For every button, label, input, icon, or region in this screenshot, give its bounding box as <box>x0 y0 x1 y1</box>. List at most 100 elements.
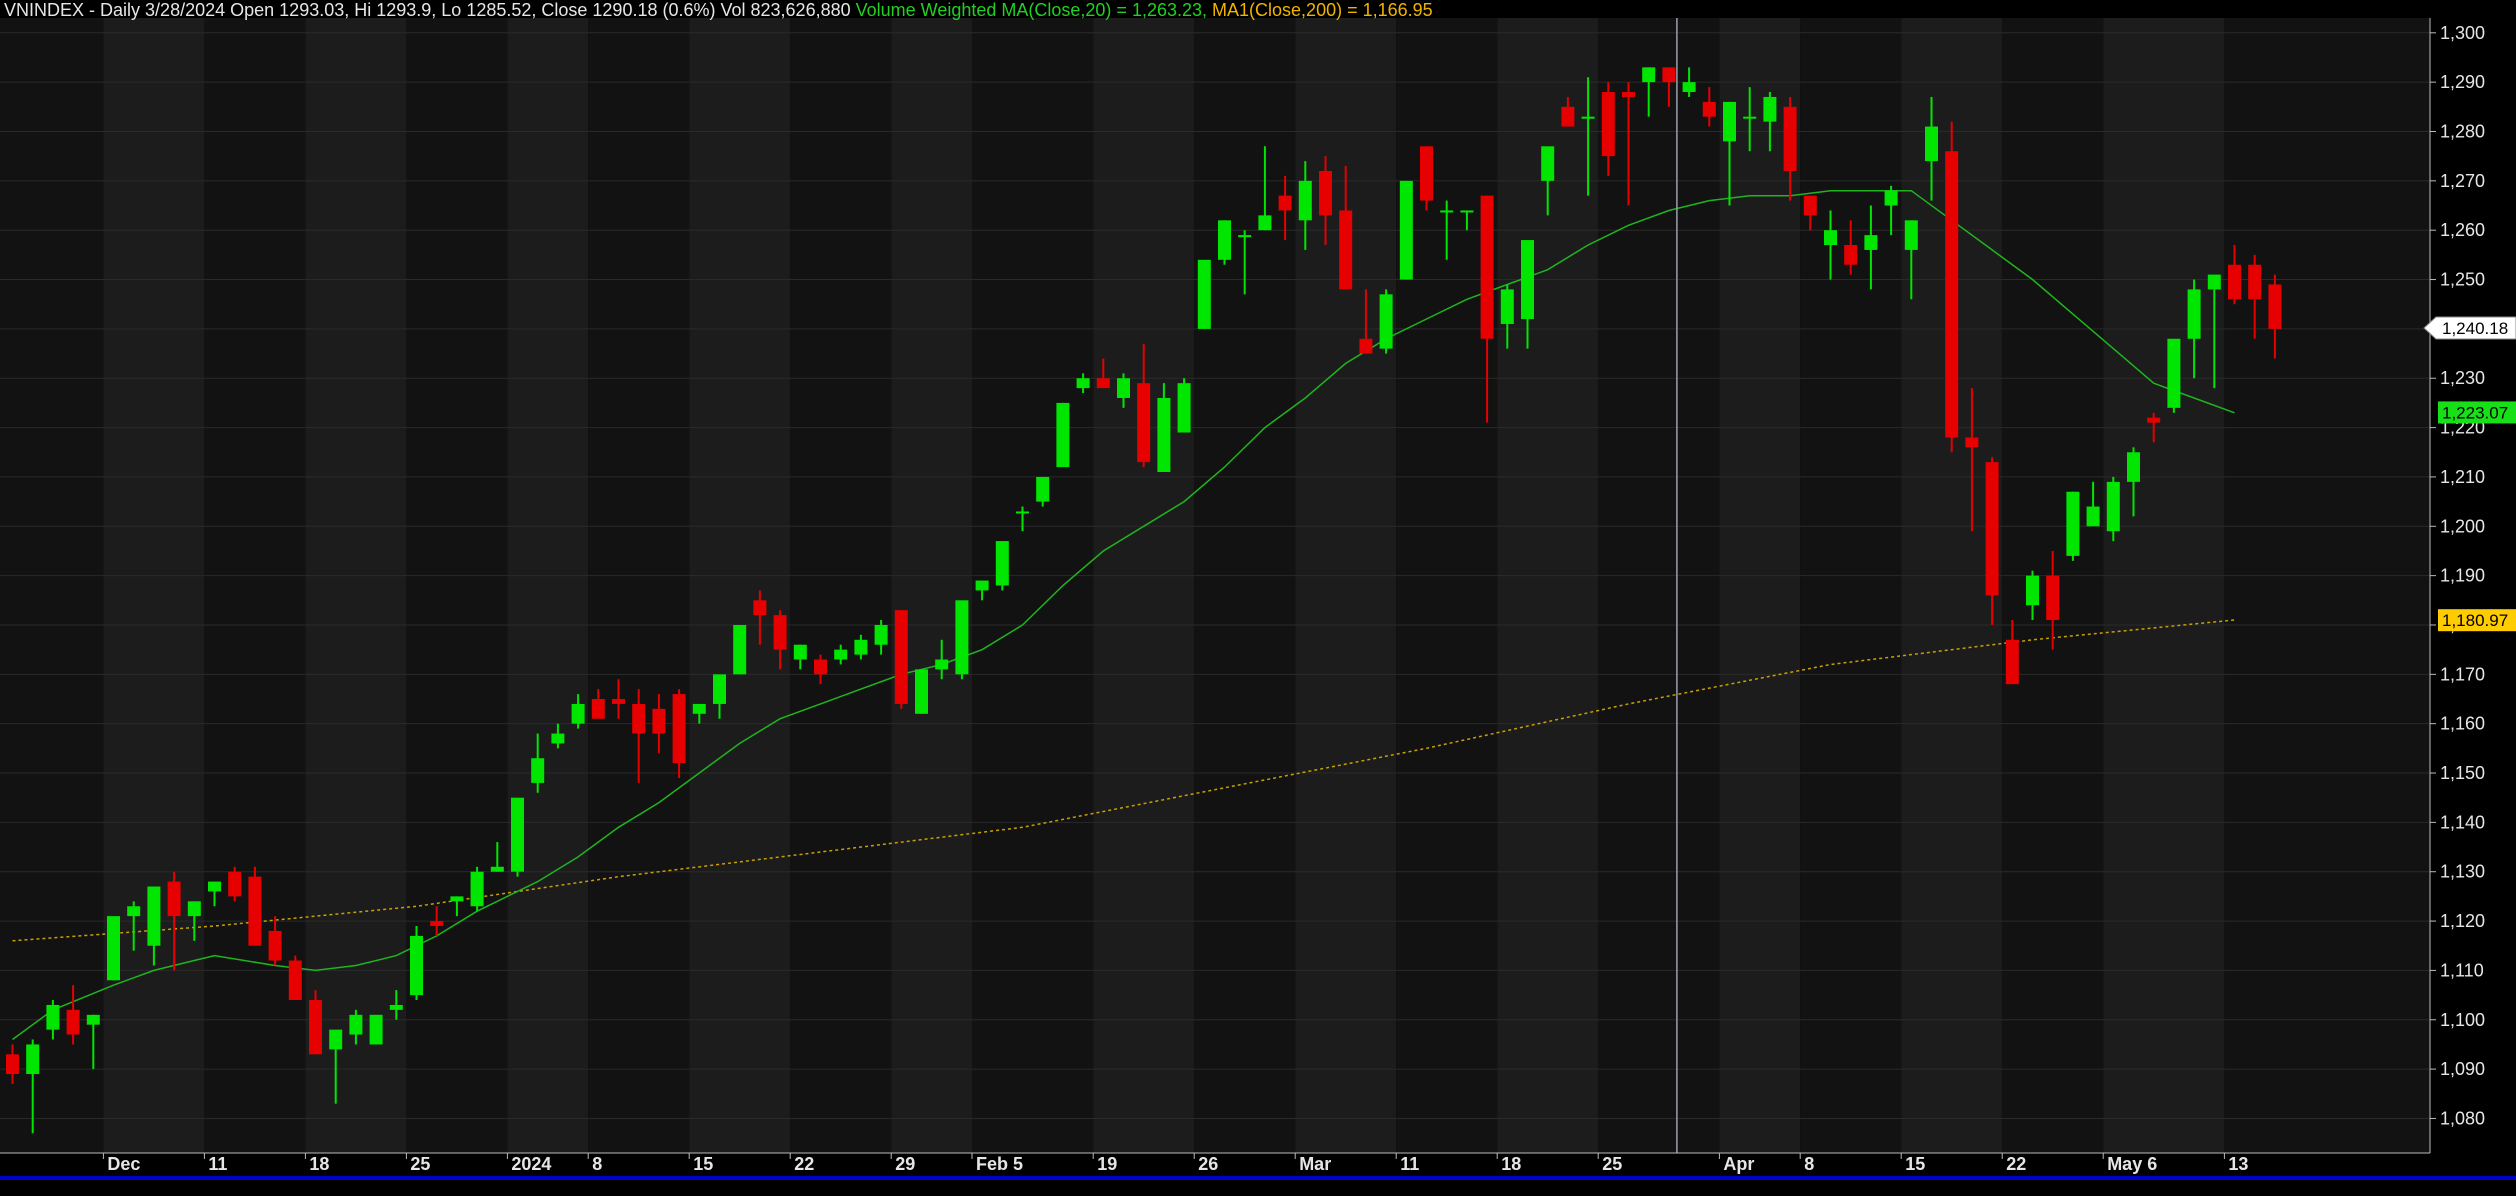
candle-body <box>571 703 585 724</box>
candle-body <box>1218 220 1231 260</box>
vwma-readout: Volume Weighted MA(Close,20) = 1,263.23, <box>855 0 1208 20</box>
price-tag-white: 1,240.18 <box>2423 316 2516 340</box>
x-tick-label: May 6 <box>2107 1154 2157 1174</box>
candle <box>288 955 302 1001</box>
y-tick-label: 1,090 <box>2440 1059 2485 1079</box>
candle-body <box>854 639 868 655</box>
price-tag-yellow: 1,180.97 <box>2438 609 2516 632</box>
candle-body <box>1319 170 1332 216</box>
candle-body <box>1702 101 1716 117</box>
candle-body <box>1965 437 1979 448</box>
candle-body <box>1662 67 1676 83</box>
x-tick-label: Apr <box>1723 1154 1754 1174</box>
candle-body <box>1420 146 1433 201</box>
candle-body <box>490 866 504 872</box>
candle-body <box>1359 338 1373 354</box>
candle-body <box>1157 397 1171 472</box>
candle <box>955 600 969 680</box>
candle-body <box>1601 92 1615 157</box>
candle-body <box>127 906 141 917</box>
candle-body <box>793 644 807 660</box>
price-tag-label: 1,223.07 <box>2442 403 2508 422</box>
candle <box>1218 220 1231 265</box>
candle-body <box>2046 575 2060 621</box>
candle-body <box>1985 462 1999 596</box>
candlestick-chart[interactable]: 1,080 1,090 1,100 1,110 1,120 1,130 1,140 1,150… <box>0 0 2516 1191</box>
date-label: 3/28/2024 <box>145 0 226 20</box>
candle-body <box>652 708 666 734</box>
candle-body <box>2086 506 2100 527</box>
x-tick-label: 18 <box>1501 1154 1521 1174</box>
candle-body <box>814 659 827 675</box>
candle <box>915 669 928 714</box>
candle-body <box>450 896 464 902</box>
candle-body <box>1824 230 1837 245</box>
y-tick-label: 1,110 <box>2440 960 2484 980</box>
candle-body <box>2207 274 2221 290</box>
candle-body <box>288 960 302 1001</box>
week-band <box>1719 18 1801 1153</box>
candle <box>2167 338 2181 413</box>
candle-body <box>228 871 242 897</box>
candle-body <box>834 649 848 660</box>
candle-body <box>329 1029 343 1050</box>
x-tick-label: 22 <box>794 1154 814 1174</box>
candle-body <box>1541 146 1555 181</box>
candle <box>1056 402 1070 468</box>
candle-body <box>1763 96 1777 122</box>
candle <box>1945 121 1959 453</box>
x-tick-label: 29 <box>895 1154 915 1174</box>
candle-body <box>1783 106 1797 171</box>
candle-body <box>1743 116 1757 119</box>
candle-body <box>1884 190 1898 206</box>
candle-body <box>1904 220 1918 250</box>
x-tick-label: Dec <box>107 1154 140 1174</box>
y-tick-label: 1,260 <box>2440 220 2485 240</box>
x-tick-label: 8 <box>592 1154 602 1174</box>
candle-body <box>1460 210 1474 213</box>
candle-body <box>975 580 989 591</box>
week-band <box>1598 18 1720 1153</box>
candle-body <box>2187 289 2201 339</box>
candle-body <box>1682 82 1696 93</box>
candle-body <box>1177 383 1191 433</box>
candle-body <box>1945 151 1959 438</box>
candle-body <box>995 541 1009 586</box>
candle-body <box>1036 476 1050 502</box>
candle-body <box>1723 101 1736 142</box>
x-tick-label: Feb 5 <box>976 1154 1023 1174</box>
candle-body <box>1440 210 1454 213</box>
candle-body <box>309 1000 322 1055</box>
candle-body <box>1076 378 1090 389</box>
candle <box>1177 378 1191 433</box>
candle-body <box>1339 210 1353 290</box>
candle-body <box>2248 264 2262 300</box>
ma200-readout: MA1(Close,200) = 1,166.95 <box>1212 0 1433 20</box>
y-tick-label: 1,210 <box>2440 467 2485 487</box>
candle-body <box>2228 264 2241 300</box>
candle-body <box>1844 245 1858 265</box>
candle-body <box>874 624 888 645</box>
x-tick-label: 11 <box>1400 1154 1419 1174</box>
candle-body <box>1500 289 1514 324</box>
candle-body <box>2268 284 2282 329</box>
candle-body <box>1258 215 1272 231</box>
candle-body <box>632 703 646 734</box>
candle-body <box>349 1014 363 1035</box>
x-tick-label: 19 <box>1097 1154 1117 1174</box>
week-band <box>790 18 892 1153</box>
candle-body <box>1581 116 1595 119</box>
candle-body <box>167 881 181 917</box>
candle-body <box>1480 195 1494 339</box>
week-band <box>0 18 104 1153</box>
candle <box>228 866 242 902</box>
y-tick-label: 1,130 <box>2440 862 2485 882</box>
candle-body <box>2167 338 2181 408</box>
candle <box>1379 289 1393 354</box>
chart-area[interactable]: 1,080 1,090 1,100 1,110 1,120 1,130 1,140 1,150… <box>0 0 2516 1191</box>
candle-body <box>1197 259 1211 329</box>
candle-body <box>208 881 221 892</box>
candle-body <box>389 1004 403 1010</box>
candle-body <box>2127 452 2140 482</box>
y-tick-label: 1,170 <box>2440 664 2485 684</box>
